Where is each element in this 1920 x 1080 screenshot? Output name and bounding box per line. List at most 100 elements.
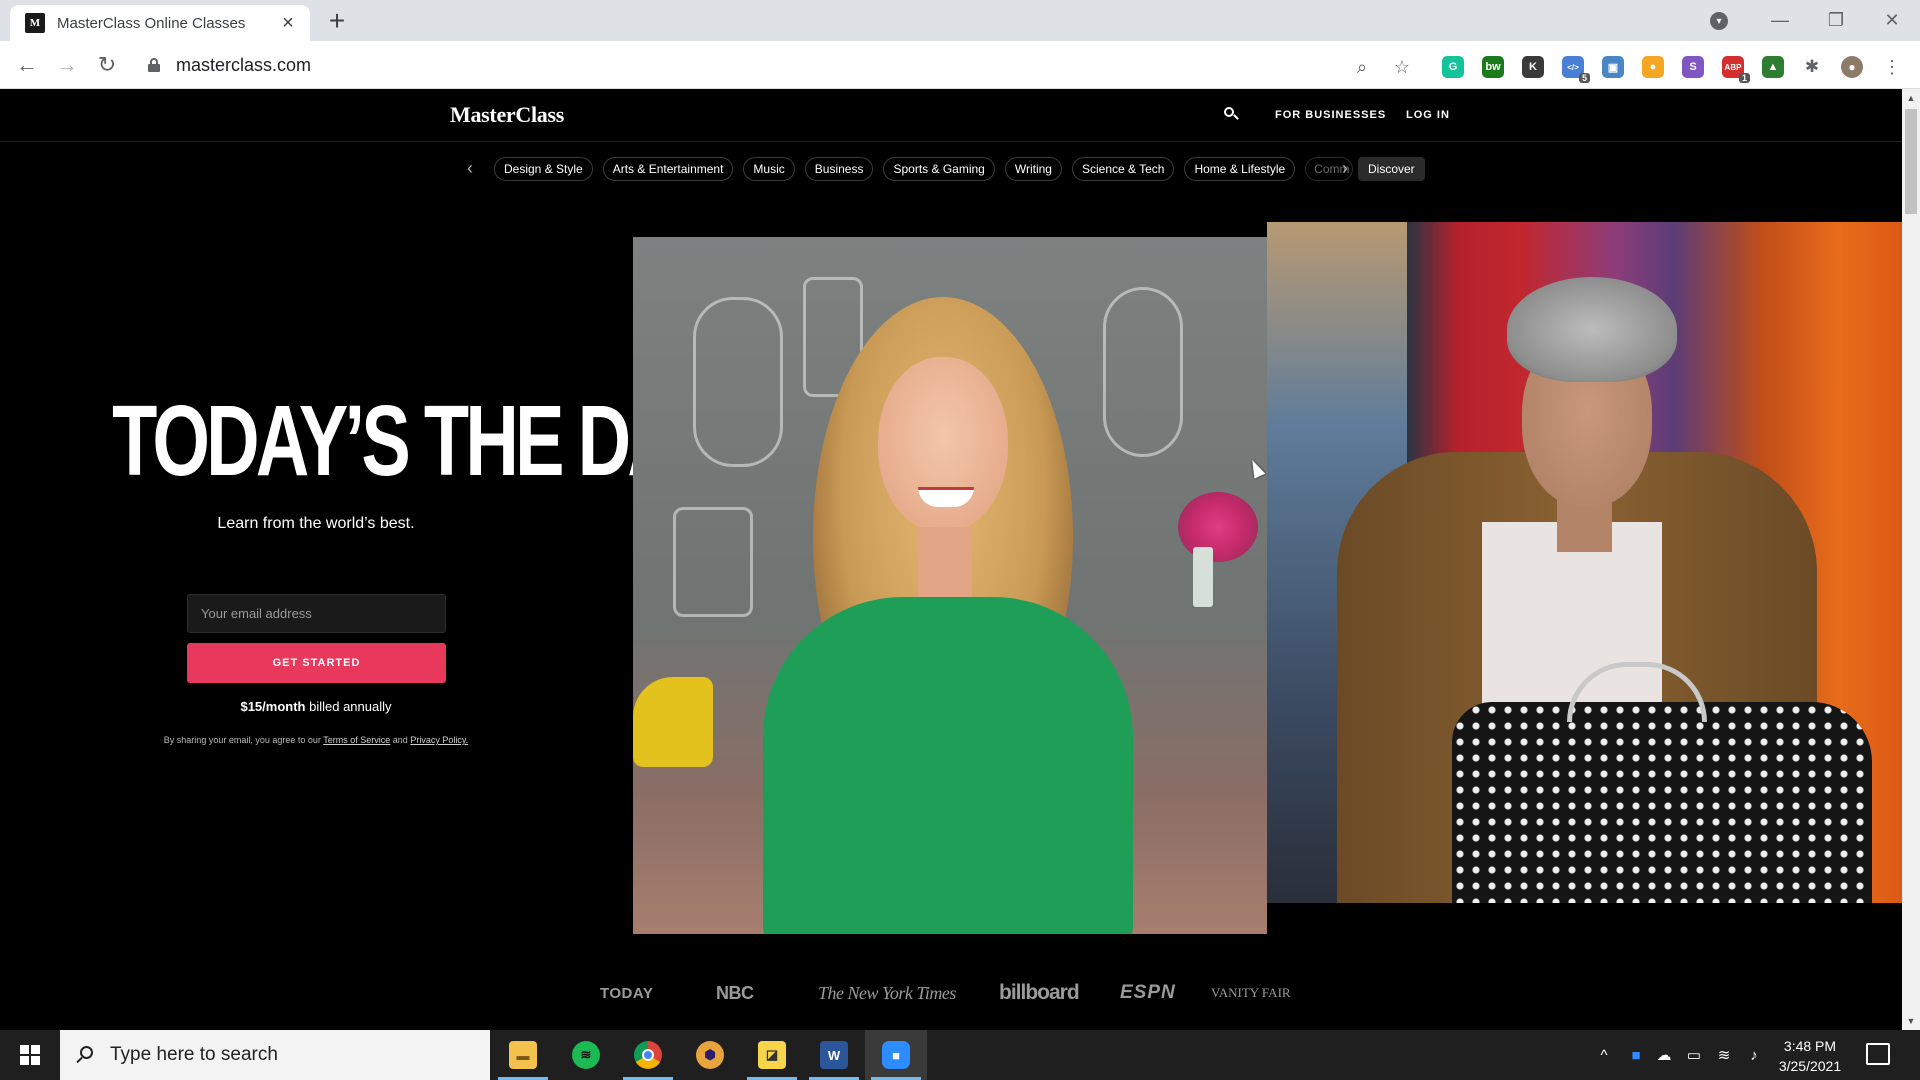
flowers (1178, 492, 1258, 562)
new-tab-icon[interactable]: + (322, 5, 352, 36)
extension-label: bw (1485, 61, 1501, 73)
privacy-policy-link[interactable]: Privacy Policy. (410, 735, 468, 745)
grammarly-icon[interactable]: G (1442, 56, 1464, 78)
s-extension-icon[interactable]: S (1682, 56, 1704, 78)
profile-avatar[interactable]: ● (1841, 56, 1863, 78)
price-amount: $15/month (240, 699, 306, 714)
press-logo-vanity-fair: VANITY FAIR (1211, 985, 1291, 1000)
reload-icon[interactable]: ↻ (92, 50, 122, 80)
tab-search-icon[interactable]: ▾ (1710, 12, 1728, 30)
category-chip[interactable]: Home & Lifestyle (1184, 157, 1296, 181)
extension-label: ▲ (1767, 61, 1779, 73)
chalk-drawing (673, 507, 753, 617)
email-input[interactable] (187, 594, 446, 633)
vase (1193, 547, 1213, 607)
scroll-up-icon[interactable]: ▲ (1902, 89, 1920, 107)
adblock-extension-icon[interactable]: ABP 1 (1722, 56, 1750, 83)
instructor-video-right[interactable] (1267, 222, 1902, 903)
notification-center-icon[interactable] (1866, 1043, 1890, 1065)
extension-badge: 5 (1578, 73, 1590, 83)
drive-extension-icon[interactable]: ▲ (1762, 56, 1784, 78)
taskbar-spotify[interactable]: ≋ (555, 1030, 617, 1080)
browser-menu-icon[interactable]: ⋮ (1881, 56, 1903, 78)
scroll-down-icon[interactable]: ▼ (1902, 1012, 1920, 1030)
search-icon (76, 1046, 94, 1064)
onedrive-cloud-icon[interactable]: ☁ (1650, 1030, 1678, 1080)
forward-icon[interactable]: → (52, 50, 82, 80)
category-chip[interactable]: Business (804, 157, 874, 181)
category-chips: Design & Style Arts & Entertainment Music B… (494, 157, 1354, 181)
extensions-puzzle-icon[interactable]: ✱ (1801, 56, 1823, 78)
taskbar-vpn[interactable]: ⬢ (679, 1030, 741, 1080)
orange-extension-icon[interactable]: ● (1642, 56, 1664, 78)
category-chip[interactable]: Science & Tech (1071, 157, 1175, 181)
press-logo-nbc: NBC (716, 982, 754, 1003)
press-logo-espn: ESPN (1120, 982, 1176, 1003)
zoom-icon[interactable]: ⌕ (1351, 56, 1373, 78)
category-chip[interactable]: Sports & Gaming (883, 157, 995, 181)
chalk-drawing (1103, 287, 1183, 457)
extension-label: ABP (1724, 62, 1742, 72)
start-button[interactable] (0, 1030, 60, 1080)
legal-and: and (392, 735, 408, 745)
instructor-video-left[interactable] (633, 237, 1267, 934)
search-icon[interactable] (1224, 107, 1240, 123)
browser-tab[interactable]: M MasterClass Online Classes × (10, 5, 310, 41)
taskbar-search[interactable]: Type here to search (60, 1030, 490, 1080)
taskbar-file-explorer[interactable]: ▬ (492, 1030, 554, 1080)
wifi-icon[interactable]: ≋ (1710, 1030, 1738, 1080)
extension-label: S (1689, 61, 1697, 73)
zoom-video-icon: ■ (882, 1041, 910, 1069)
sticky-notes-icon: ◪ (758, 1041, 786, 1069)
get-started-button[interactable]: GET STARTED (187, 643, 446, 683)
windows-logo-icon (20, 1045, 40, 1065)
minimize-icon[interactable]: — (1752, 0, 1808, 41)
web-page: MasterClass FOR BUSINESSES LOG IN ‹ Desi… (0, 89, 1902, 1030)
for-businesses-link[interactable]: FOR BUSINESSES (1275, 109, 1386, 121)
tab-close-icon[interactable]: × (276, 11, 300, 35)
page-scrollbar[interactable]: ▲ ▼ (1902, 89, 1920, 1030)
log-in-link[interactable]: LOG IN (1406, 109, 1450, 121)
k-extension-icon[interactable]: K (1522, 56, 1544, 78)
category-chip[interactable]: Design & Style (494, 157, 593, 181)
tray-overflow-icon[interactable]: ^ (1590, 1030, 1618, 1080)
window-extension-icon[interactable]: ▣ (1602, 56, 1624, 78)
taskbar-chrome[interactable] (617, 1030, 679, 1080)
folder-icon: ▬ (509, 1041, 537, 1069)
grey-hair (1507, 277, 1677, 382)
press-logo-nyt: The New York Times (818, 982, 956, 1003)
category-chip[interactable]: Arts & Entertainment (602, 157, 734, 181)
price-billing: billed annually (309, 699, 392, 714)
hero-title: TODAY’S THE DAY. (112, 385, 728, 497)
taskbar-sticky-notes[interactable]: ◪ (741, 1030, 803, 1080)
bw-extension-icon[interactable]: bw (1482, 56, 1504, 78)
browser-tab-strip: M MasterClass Online Classes × + ▾ — ❐ ✕ (0, 0, 1920, 41)
extension-badge: 1 (1738, 73, 1750, 83)
close-window-icon[interactable]: ✕ (1864, 0, 1920, 41)
bookmark-star-icon[interactable]: ☆ (1391, 56, 1413, 78)
taskbar-word[interactable]: W (803, 1030, 865, 1080)
scroll-thumb[interactable] (1905, 109, 1917, 214)
tray-zoom-icon[interactable]: ■ (1622, 1030, 1650, 1080)
restore-icon[interactable]: ❐ (1808, 0, 1864, 41)
code-extension-icon[interactable]: </> 5 (1562, 56, 1590, 83)
volume-icon[interactable]: ♪ (1740, 1030, 1768, 1080)
shield-icon: ⬢ (696, 1041, 724, 1069)
terms-of-service-link[interactable]: Terms of Service (323, 735, 390, 745)
chevron-left-icon[interactable]: ‹ (460, 157, 480, 179)
chevron-right-icon[interactable]: › (1335, 157, 1355, 179)
battery-icon[interactable]: ▭ (1680, 1030, 1708, 1080)
word-icon: W (820, 1041, 848, 1069)
category-chip[interactable]: Music (743, 157, 795, 181)
taskbar-clock[interactable]: 3:48 PM 3/25/2021 (1770, 1036, 1850, 1076)
discover-button[interactable]: Discover (1358, 157, 1425, 181)
address-bar[interactable]: masterclass.com (140, 46, 1420, 84)
hero-subtitle: Learn from the world’s best. (217, 515, 415, 532)
press-logo-today: TODAY (600, 984, 654, 1002)
masterclass-logo[interactable]: MasterClass (450, 102, 564, 128)
category-chip[interactable]: Writing (1004, 157, 1062, 181)
back-icon[interactable]: ← (12, 50, 42, 80)
extension-label: K (1529, 61, 1537, 73)
taskbar-zoom[interactable]: ■ (865, 1030, 927, 1080)
browser-toolbar: ← → ↻ masterclass.com ⌕ ☆ Gbw K </> 5 ▣ ● S ABP… (0, 41, 1920, 89)
